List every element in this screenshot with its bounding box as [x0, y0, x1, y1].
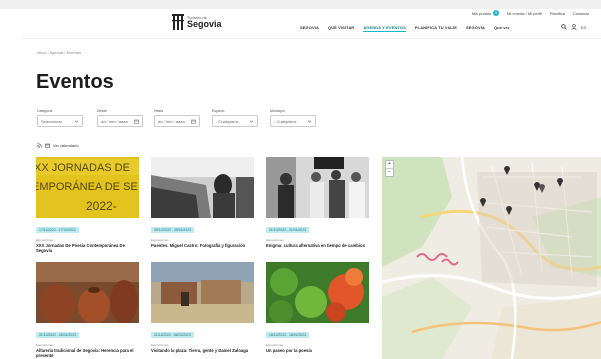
zoom-in-button[interactable]: + — [386, 161, 393, 169]
event-date-badge: 17/11/2022 - 17/12/2022 — [36, 227, 79, 233]
event-title[interactable]: Visitando la plaza: Tierra, gente y Dani… — [151, 348, 254, 353]
header-icons: ES — [560, 24, 586, 30]
aqueduct-logo-icon — [172, 14, 184, 30]
event-title[interactable]: Alfarería tradicional de Segovia: Herenc… — [36, 348, 139, 359]
events-map[interactable]: + − — [382, 157, 601, 359]
event-date-badge: 21/11/2022 - 06/01/2023 — [151, 332, 194, 338]
zoom-out-button[interactable]: − — [386, 169, 393, 176]
calendar-icon — [134, 119, 139, 124]
event-category: Exposiciones — [36, 343, 54, 347]
event-image-people — [266, 157, 369, 218]
nav-item-planifica[interactable]: PLANIFICA TU VIAJE — [415, 25, 457, 32]
page-title: Eventos — [36, 71, 114, 93]
language-selector[interactable]: ES — [581, 25, 586, 30]
nav-item-segovia[interactable]: SEGOVIA — [300, 25, 319, 32]
from-date-input[interactable]: dd / mm / aaaa — [97, 115, 143, 127]
filter-category: Categoría Seleccionar — [37, 109, 83, 127]
nav-item-que-visitar[interactable]: QUÉ VISITAR — [328, 25, 354, 32]
event-image-pottery — [36, 262, 139, 323]
plan-link[interactable]: Planifica — [550, 11, 565, 16]
calendar-link[interactable]: Ver calendario — [53, 143, 79, 148]
logo-line2: Segovia — [187, 18, 222, 29]
event-title[interactable]: XXX Jornadas De Poesía Contemporánea De … — [36, 243, 139, 254]
event-title[interactable]: Puentes. Miguel Castro: Fotografía y fig… — [151, 243, 254, 248]
event-date-badge: 01/12/2022 - 01/01/2023 — [266, 227, 309, 233]
filter-from: Desde dd / mm / aaaa — [97, 109, 143, 127]
event-image-plants — [266, 262, 369, 323]
main-nav: SEGOVIA QUÉ VISITAR AGENDA Y EVENTOS PLA… — [300, 25, 510, 32]
breadcrumb: Inicio / Agenda / Eventos — [37, 50, 82, 55]
rss-icon[interactable] — [37, 143, 42, 148]
event-image-car — [151, 157, 254, 218]
cart-label: Mis puntos — [471, 10, 492, 16]
svg-text:XX JORNADAS DE: XX JORNADAS DE — [36, 162, 130, 174]
event-card[interactable]: 21/11/2022 - 06/01/2023 Exposiciones Vis… — [151, 262, 254, 353]
cart-link[interactable]: Mis puntos 0 — [471, 10, 500, 16]
cart-count-badge: 0 — [493, 10, 500, 16]
svg-text:2022-: 2022- — [86, 199, 117, 213]
event-category: Exposiciones — [36, 238, 54, 242]
site-logo[interactable]: Turismo de Segovia — [172, 14, 222, 30]
map-zoom-control: + − — [385, 160, 394, 177]
event-category: Exposiciones — [266, 343, 284, 347]
browser-top-strip — [0, 0, 601, 9]
municipality-select[interactable]: - Cualquiera - — [270, 115, 316, 127]
event-card[interactable]: 01/12/2022 - 06/01/2023 Exposiciones Alf… — [36, 262, 139, 359]
event-category: Exposiciones — [151, 238, 169, 242]
filter-to: Hasta dd / mm / aaaa — [154, 109, 200, 127]
calendar-icon — [45, 143, 50, 148]
filter-municipality: Municipio - Cualquiera - — [270, 109, 316, 127]
calendar-icon — [191, 119, 196, 124]
chevron-down-icon — [307, 120, 312, 123]
event-card[interactable]: XX JORNADAS DE EMPORÁNEA DE SE 2022- 17/… — [36, 157, 139, 254]
category-select[interactable]: Seleccionar — [37, 115, 83, 127]
search-icon[interactable] — [560, 24, 567, 30]
space-select[interactable]: - Cualquiera - — [212, 115, 258, 127]
event-title[interactable]: Un paseo por la poesía — [266, 348, 369, 353]
header-divider — [22, 38, 601, 39]
event-card[interactable]: 01/12/2022 - 01/01/2023 Exposiciones Eni… — [266, 157, 369, 248]
map-tiles — [382, 157, 601, 359]
svg-text:EMPORÁNEA DE SE: EMPORÁNEA DE SE — [36, 180, 138, 193]
event-date-badge: 01/12/2022 - 06/01/2023 — [36, 332, 79, 338]
event-card[interactable]: 09/12/2022 - 09/01/2023 Exposiciones Pue… — [151, 157, 254, 248]
chevron-down-icon — [249, 120, 254, 123]
event-image-painting — [151, 262, 254, 323]
event-card[interactable]: 18/12/2022 - 18/01/2023 Exposiciones Un … — [266, 262, 369, 353]
event-title[interactable]: Enigma: cultura alternativa en tiempo de… — [266, 243, 369, 248]
user-icon[interactable] — [571, 24, 577, 30]
contact-link[interactable]: Contacto — [573, 11, 589, 16]
filter-space: Espacio - Cualquiera - — [212, 109, 258, 127]
event-image-poster: XX JORNADAS DE EMPORÁNEA DE SE 2022- — [36, 157, 139, 218]
event-category: Exposiciones — [151, 343, 169, 347]
event-date-badge: 18/12/2022 - 18/01/2023 — [266, 332, 309, 338]
utility-bar: Mis puntos 0 Mi cuenta / Mi perfil Plani… — [472, 9, 589, 17]
event-date-badge: 09/12/2022 - 09/01/2023 — [151, 227, 194, 233]
nav-item-agenda[interactable]: AGENDA Y EVENTOS — [363, 25, 406, 32]
nav-item-segovia-2[interactable]: SEGÓVIA — [466, 25, 485, 32]
nav-item-que-ver[interactable]: Qué ver — [494, 25, 510, 32]
feed-row: Ver calendario — [37, 143, 79, 148]
to-date-input[interactable]: dd / mm / aaaa — [154, 115, 200, 127]
chevron-down-icon — [74, 120, 79, 123]
event-category: Exposiciones — [266, 238, 284, 242]
account-link[interactable]: Mi cuenta / Mi perfil — [507, 11, 542, 16]
